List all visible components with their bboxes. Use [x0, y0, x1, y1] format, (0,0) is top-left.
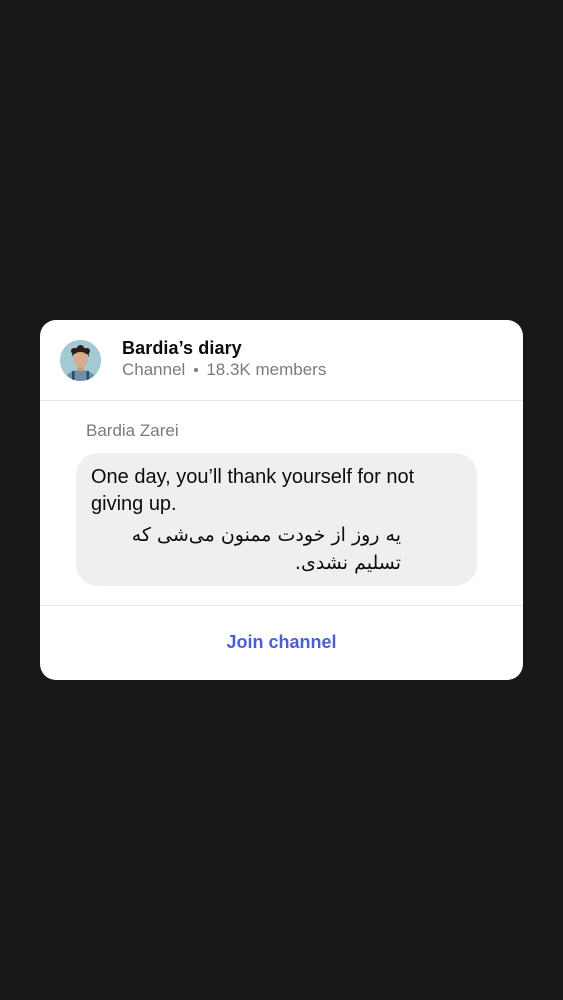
card-footer: Join channel: [40, 605, 523, 680]
channel-type-label: Channel: [122, 360, 186, 379]
channel-title: Bardia’s diary: [122, 338, 242, 358]
channel-avatar[interactable]: [60, 340, 101, 381]
channel-preview-card: Bardia’s diary Channel 18.3K members Bar…: [40, 320, 523, 680]
channel-member-count: 18.3K members: [206, 360, 327, 379]
channel-meta: Channel 18.3K members: [122, 359, 326, 381]
separator-dot: [194, 368, 199, 372]
message-text-english: One day, you’ll thank yourself for not g…: [91, 466, 415, 515]
message-text-persian: یه روز از خودت ممنون می‌شی که تسلیم نشدی…: [131, 524, 401, 574]
message-sender-name: Bardia Zarei: [86, 421, 179, 440]
message-bubble: One day, you’ll thank yourself for not g…: [76, 453, 477, 586]
channel-header[interactable]: Bardia’s diary Channel 18.3K members: [40, 320, 523, 401]
avatar-photo-icon: [60, 340, 101, 381]
channel-info: Bardia’s diary Channel 18.3K members: [122, 337, 326, 381]
join-channel-button[interactable]: Join channel: [206, 624, 356, 661]
